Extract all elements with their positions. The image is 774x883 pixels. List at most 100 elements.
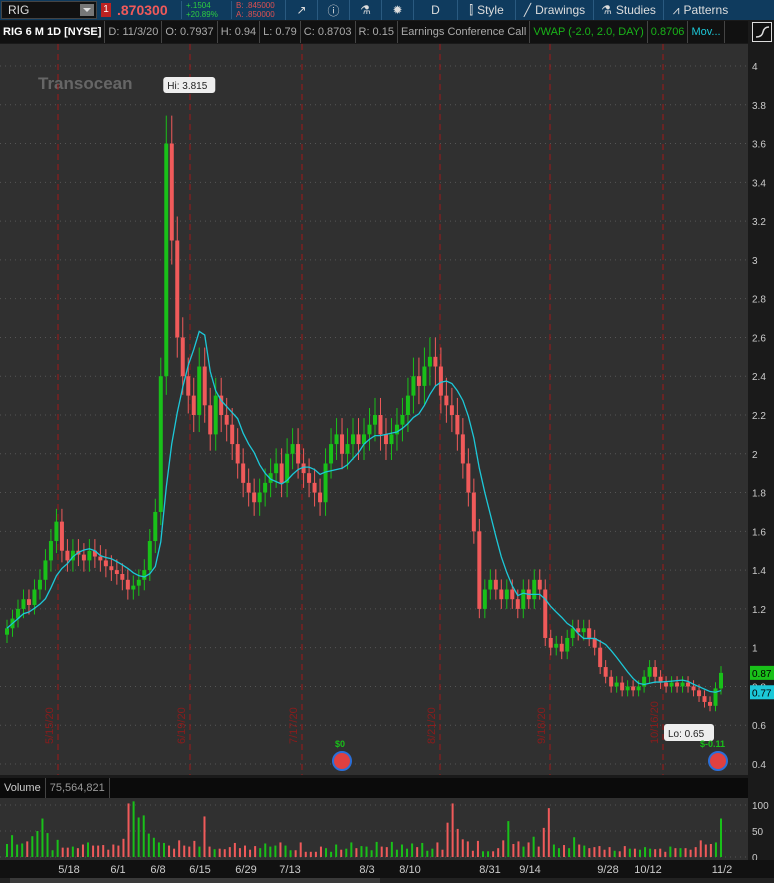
volume-chart[interactable]: 100 50 0 — [0, 798, 774, 860]
volume-bar — [492, 851, 495, 857]
y-tick-label: 3.4 — [752, 178, 766, 189]
candle — [499, 589, 504, 600]
candle — [307, 473, 312, 483]
earnings-icon — [332, 751, 352, 771]
candle — [175, 240, 180, 338]
price-tag-label: 0.77 — [752, 688, 772, 699]
candle — [620, 682, 625, 691]
earnings-label: $0 — [335, 739, 345, 749]
moving-average-study[interactable]: Mov... — [688, 21, 725, 43]
volume-bar — [309, 851, 312, 857]
style-button[interactable]: ⫿ Style — [457, 0, 515, 20]
share-button[interactable]: ↗ — [285, 0, 317, 20]
candle — [449, 405, 454, 415]
x-tick-label: 8/10 — [399, 864, 420, 876]
candle — [686, 682, 691, 687]
volume-bar — [507, 821, 510, 857]
candle — [477, 531, 482, 609]
scrollbar-thumb[interactable] — [10, 878, 380, 883]
candle — [334, 434, 339, 445]
price-chart[interactable]: 4 3.8 3.6 3.4 3.2 3 2.8 2.6 2.4 2.2 2 1.8 1.6 1.4 1.2 1… — [0, 44, 774, 775]
volume-bar — [238, 848, 241, 857]
toolbar: RIG 1 .870300 +.1504 +20.89% B: .845000 A:… — [0, 0, 774, 20]
candle — [26, 599, 31, 606]
expiration-label: 6/19/20 — [176, 707, 188, 744]
volume-bar — [198, 846, 201, 857]
candle — [318, 492, 323, 503]
candle — [372, 415, 377, 425]
candle — [186, 376, 191, 396]
aggregation-label: D — [431, 3, 440, 17]
volume-bar — [330, 851, 333, 857]
volume-bar — [400, 844, 403, 857]
last-price: .870300 — [117, 2, 168, 18]
volume-bar — [16, 844, 19, 857]
volume-bar — [162, 842, 165, 857]
info-button[interactable]: ⓘ — [317, 0, 349, 20]
candle — [675, 682, 680, 687]
vwap-study[interactable]: VWAP (-2.0, 2.0, DAY) — [530, 21, 648, 43]
volume-bar — [213, 849, 216, 857]
candle — [125, 579, 130, 590]
candle — [98, 556, 103, 561]
symbol-selector[interactable]: RIG — [1, 1, 97, 19]
candle — [246, 482, 251, 493]
alert-badge[interactable]: 1 — [101, 3, 111, 17]
share-icon: ↗ — [296, 3, 307, 17]
bid-ask: B: .845000 A: .850000 — [231, 1, 285, 19]
horizontal-scrollbar[interactable] — [0, 878, 774, 883]
patterns-button[interactable]: ⩘ Patterns — [663, 0, 737, 20]
candle — [164, 143, 169, 377]
volume-bar — [81, 844, 84, 857]
aggregation-button[interactable]: D — [413, 0, 457, 20]
change-value: +.1504 — [186, 1, 211, 10]
volume-bar — [127, 803, 130, 857]
volume-bar — [638, 849, 641, 857]
candle — [664, 682, 669, 687]
flask-button[interactable]: ⚗ — [349, 0, 381, 20]
x-tick-label: 6/8 — [150, 864, 165, 876]
x-tick-label: 6/1 — [110, 864, 125, 876]
volume-bar — [649, 848, 652, 857]
y-tick-label: 1.8 — [752, 489, 766, 500]
volume-bar — [679, 848, 682, 857]
volume-bar — [21, 843, 24, 857]
curve-icon — [755, 26, 770, 38]
candle — [444, 395, 449, 406]
volume-bar — [335, 844, 338, 857]
volume-bar — [573, 837, 576, 857]
volume-bar — [375, 841, 378, 857]
y-tick-label: 3.8 — [752, 101, 766, 112]
chevron-down-icon[interactable] — [80, 4, 94, 16]
volume-bar — [426, 850, 429, 857]
volume-bar — [476, 840, 479, 857]
volume-bar — [578, 844, 581, 857]
info-icon: ⓘ — [327, 3, 340, 18]
volume-bar — [345, 848, 348, 857]
volume-bar — [233, 842, 236, 857]
candle — [378, 415, 383, 435]
candle — [603, 667, 608, 677]
chart-zoom-button[interactable] — [752, 22, 772, 42]
y-tick-label: 3.6 — [752, 140, 766, 151]
candle — [537, 579, 542, 590]
settings-button[interactable]: ✹ — [381, 0, 413, 20]
drawings-button[interactable]: ╱ Drawings — [515, 0, 593, 20]
volume-bar — [31, 836, 34, 857]
volume-bar — [664, 851, 667, 857]
volume-bar — [654, 849, 657, 857]
candle — [543, 589, 548, 638]
y-tick-label: 0.4 — [752, 760, 766, 771]
candle — [191, 395, 196, 415]
volume-bar — [61, 847, 64, 857]
volume-header: Volume 75,564,821 — [0, 778, 748, 798]
studies-button[interactable]: ⚗ Studies — [593, 0, 663, 20]
candle — [329, 444, 334, 464]
symbol-text: RIG — [8, 3, 30, 17]
price-axis-background — [748, 44, 774, 775]
bar-range: R: 0.15 — [356, 21, 398, 43]
candle — [614, 682, 619, 687]
volume-bar — [482, 851, 484, 857]
volume-bar — [395, 849, 398, 857]
volume-bar — [385, 847, 388, 857]
